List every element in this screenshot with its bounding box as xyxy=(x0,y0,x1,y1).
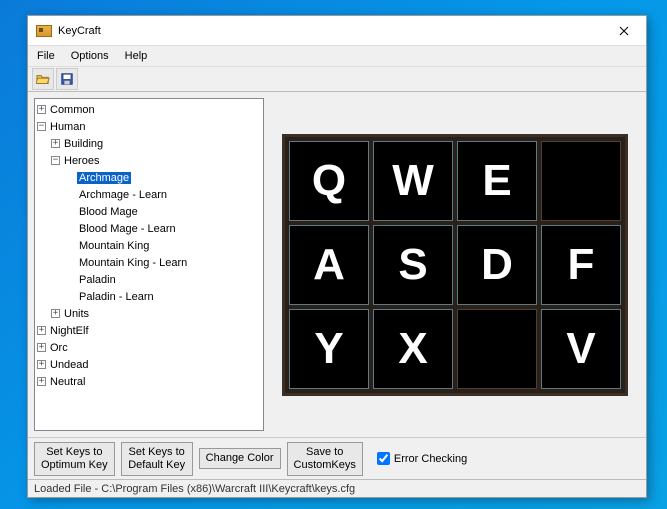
save-floppy-icon xyxy=(60,72,74,86)
tree-node-units[interactable]: +Units xyxy=(51,305,261,322)
key-r0c2[interactable]: E xyxy=(457,141,537,221)
tree-node-paladin-learn[interactable]: Paladin - Learn xyxy=(77,288,261,305)
app-icon xyxy=(36,25,52,37)
tree-view[interactable]: +Common −Human +Building −Heroes Archmag… xyxy=(34,98,264,431)
close-button[interactable] xyxy=(601,16,646,45)
expand-icon[interactable]: + xyxy=(51,139,60,148)
tree-node-common[interactable]: +Common xyxy=(37,101,261,118)
error-checking-checkbox[interactable]: Error Checking xyxy=(377,452,467,465)
button-bar: Set Keys to Optimum Key Set Keys to Defa… xyxy=(28,437,646,479)
key-grid-panel: Q W E A S D F Y X V xyxy=(270,98,640,431)
collapse-icon[interactable]: − xyxy=(51,156,60,165)
tree-node-archmage[interactable]: Archmage xyxy=(77,169,261,186)
key-grid: Q W E A S D F Y X V xyxy=(282,134,628,396)
window-title: KeyCraft xyxy=(58,25,101,37)
collapse-icon[interactable]: − xyxy=(37,122,46,131)
error-checking-label: Error Checking xyxy=(394,453,467,465)
expand-icon[interactable]: + xyxy=(37,105,46,114)
tree-node-bloodmage-learn[interactable]: Blood Mage - Learn xyxy=(77,220,261,237)
key-r1c0[interactable]: A xyxy=(289,225,369,305)
change-color-button[interactable]: Change Color xyxy=(199,448,281,469)
menu-options[interactable]: Options xyxy=(63,48,117,64)
key-r2c0[interactable]: Y xyxy=(289,309,369,389)
expand-icon[interactable]: + xyxy=(37,326,46,335)
main-area: +Common −Human +Building −Heroes Archmag… xyxy=(28,92,646,437)
tree-node-heroes[interactable]: −Heroes xyxy=(51,152,261,169)
tree-node-paladin[interactable]: Paladin xyxy=(77,271,261,288)
menubar: File Options Help xyxy=(28,46,646,66)
key-r1c2[interactable]: D xyxy=(457,225,537,305)
tree-node-building[interactable]: +Building xyxy=(51,135,261,152)
tree-node-human[interactable]: −Human xyxy=(37,118,261,135)
tree-node-archmage-learn[interactable]: Archmage - Learn xyxy=(77,186,261,203)
expand-icon[interactable]: + xyxy=(37,377,46,386)
close-icon xyxy=(619,26,629,36)
menu-file[interactable]: File xyxy=(29,48,63,64)
expand-icon[interactable]: + xyxy=(37,360,46,369)
optimum-key-button[interactable]: Set Keys to Optimum Key xyxy=(34,442,115,476)
key-r2c3[interactable]: V xyxy=(541,309,621,389)
key-r0c3[interactable] xyxy=(541,141,621,221)
default-key-button[interactable]: Set Keys to Default Key xyxy=(121,442,193,476)
status-text: Loaded File - C:\Program Files (x86)\War… xyxy=(34,483,355,495)
expand-icon[interactable]: + xyxy=(37,343,46,352)
tree-node-mountainking[interactable]: Mountain King xyxy=(77,237,261,254)
save-button[interactable] xyxy=(56,68,78,90)
key-r2c1[interactable]: X xyxy=(373,309,453,389)
tree-node-orc[interactable]: +Orc xyxy=(37,339,261,356)
tree-node-nightelf[interactable]: +NightElf xyxy=(37,322,261,339)
tree-node-bloodmage[interactable]: Blood Mage xyxy=(77,203,261,220)
menu-help[interactable]: Help xyxy=(117,48,156,64)
toolbar xyxy=(28,66,646,92)
open-button[interactable] xyxy=(32,68,54,90)
expand-icon[interactable]: + xyxy=(51,309,60,318)
tree-node-mountainking-learn[interactable]: Mountain King - Learn xyxy=(77,254,261,271)
key-r1c3[interactable]: F xyxy=(541,225,621,305)
key-r0c1[interactable]: W xyxy=(373,141,453,221)
key-r2c2[interactable] xyxy=(457,309,537,389)
tree-node-undead[interactable]: +Undead xyxy=(37,356,261,373)
key-r0c0[interactable]: Q xyxy=(289,141,369,221)
open-folder-icon xyxy=(36,72,50,86)
tree-node-neutral[interactable]: +Neutral xyxy=(37,373,261,390)
save-customkeys-button[interactable]: Save to CustomKeys xyxy=(287,442,363,476)
titlebar: KeyCraft xyxy=(28,16,646,46)
error-checking-input[interactable] xyxy=(377,452,390,465)
status-bar: Loaded File - C:\Program Files (x86)\War… xyxy=(28,479,646,497)
app-window: KeyCraft File Options Help +Common −Huma… xyxy=(27,15,647,498)
key-r1c1[interactable]: S xyxy=(373,225,453,305)
